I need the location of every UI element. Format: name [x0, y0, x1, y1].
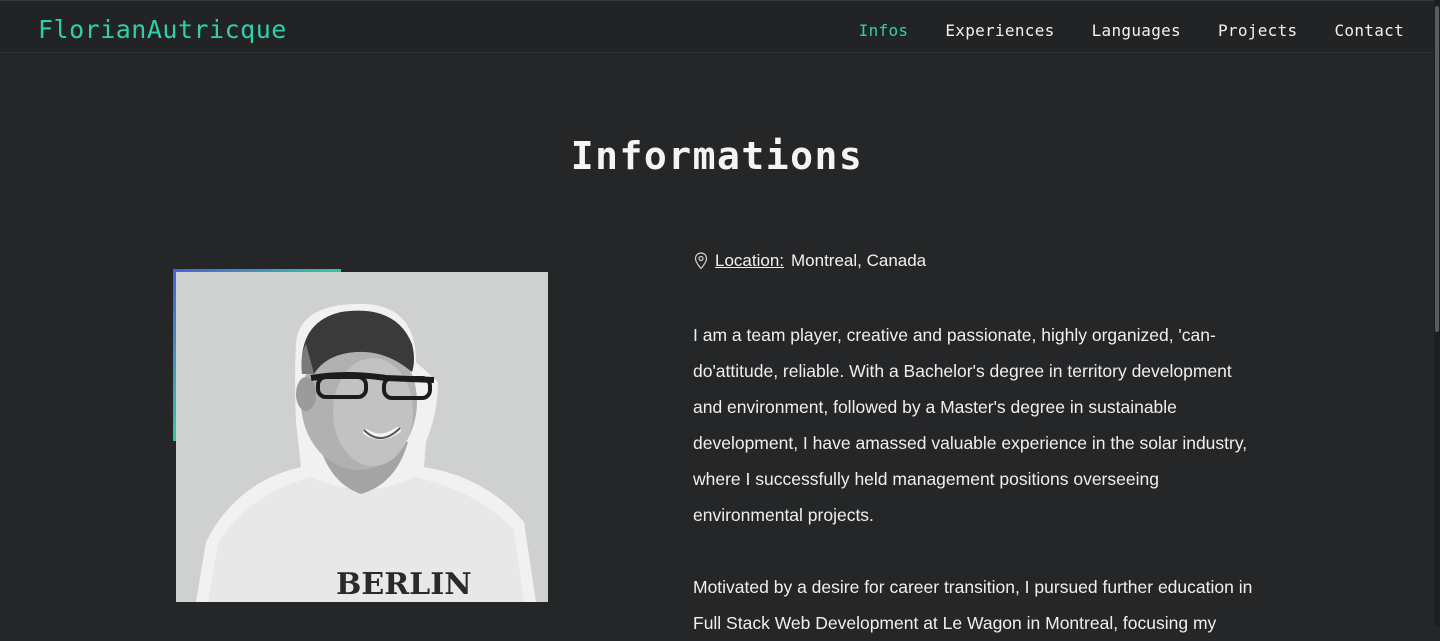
bio-paragraph-1: I am a team player, creative and passion…: [693, 325, 1248, 525]
page-scrollbar[interactable]: [1434, 0, 1440, 626]
nav-link-infos[interactable]: Infos: [859, 21, 909, 40]
location-label: Location:: [715, 251, 784, 270]
profile-photo: BERLIN: [176, 272, 548, 602]
map-pin-icon: [694, 252, 708, 270]
bio-paragraph-2: Motivated by a desire for career transit…: [693, 577, 1253, 633]
portrait-illustration: BERLIN: [176, 272, 548, 602]
nav-links: Infos Experiences Languages Projects Con…: [859, 21, 1404, 40]
nav-link-experiences[interactable]: Experiences: [945, 21, 1054, 40]
profile-photo-frame: BERLIN: [173, 269, 549, 603]
brand-logo-link[interactable]: FlorianAutricque: [38, 15, 287, 44]
location-row: Location: Montreal, Canada: [694, 251, 926, 271]
nav-link-contact[interactable]: Contact: [1334, 21, 1404, 40]
section-title: Informations: [570, 134, 864, 178]
nav-link-projects[interactable]: Projects: [1218, 21, 1297, 40]
top-navbar: FlorianAutricque Infos Experiences Langu…: [0, 0, 1434, 53]
location-value: Montreal, Canada: [791, 251, 927, 270]
nav-link-languages[interactable]: Languages: [1092, 21, 1181, 40]
shirt-print-text: BERLIN: [336, 567, 472, 602]
scrollbar-thumb[interactable]: [1435, 6, 1439, 332]
